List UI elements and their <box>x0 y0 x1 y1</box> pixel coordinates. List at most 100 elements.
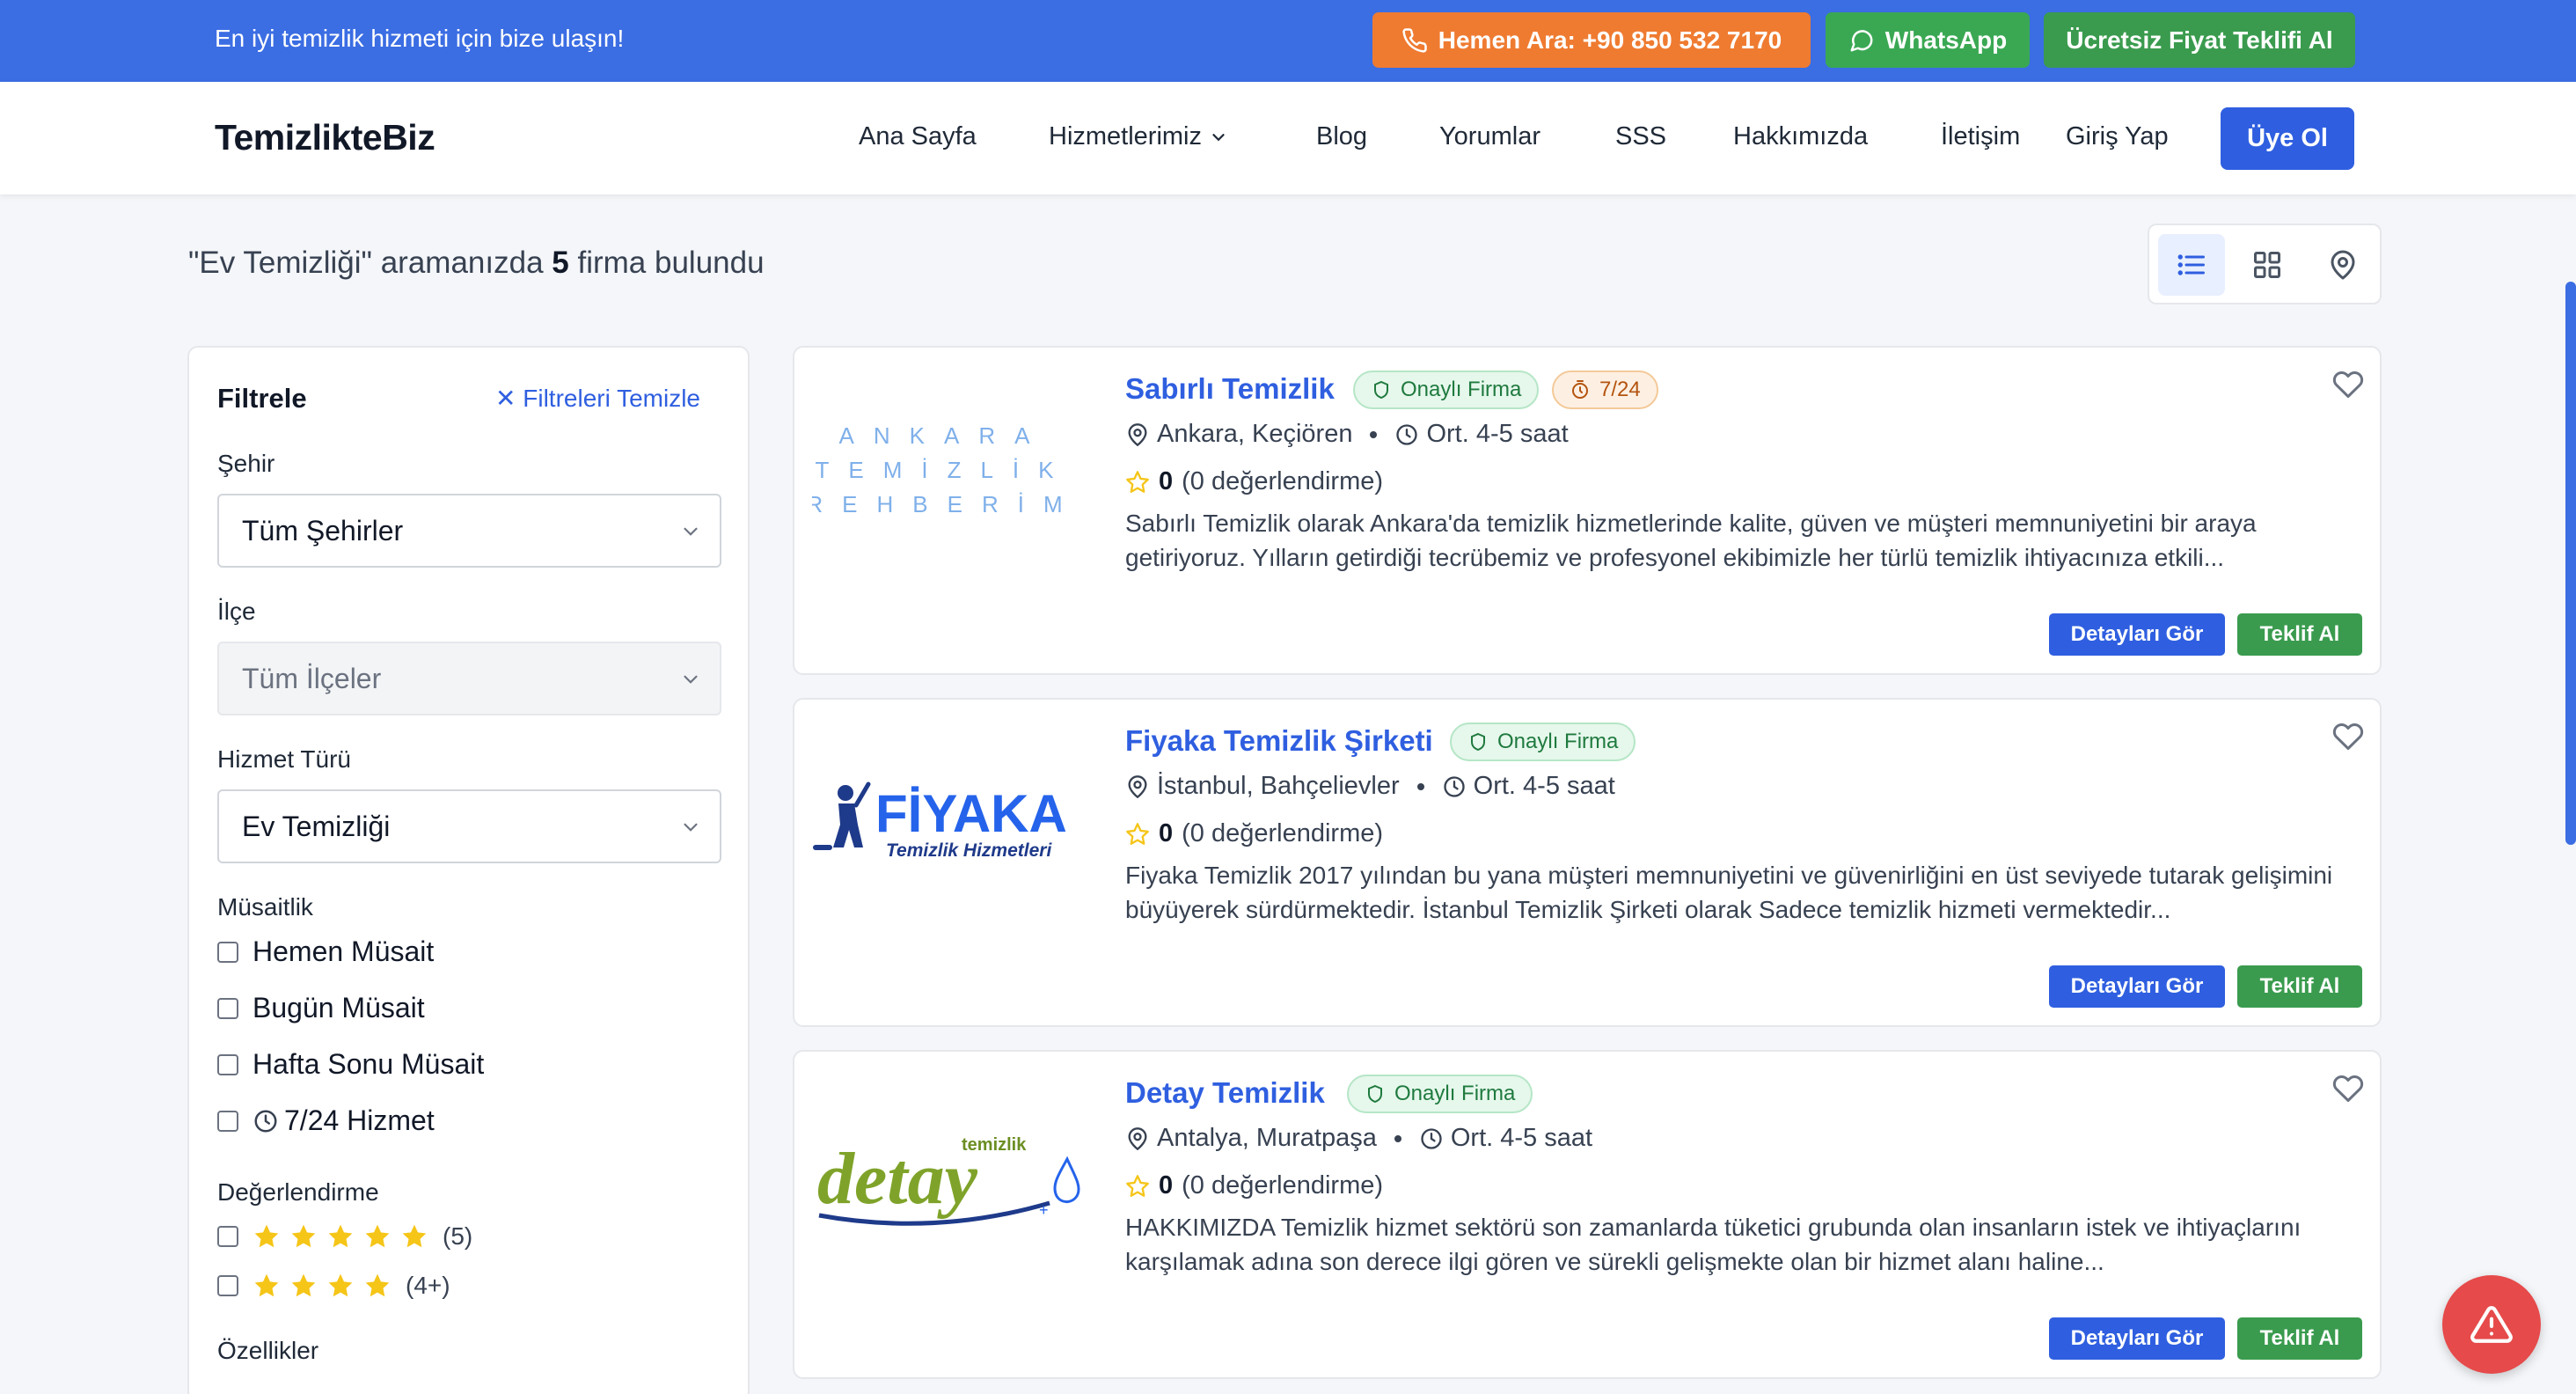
company-name[interactable]: Detay Temizlik <box>1125 1076 1325 1110</box>
nav-item-contact[interactable]: İletişim <box>1941 122 2020 151</box>
nav-item-reviews[interactable]: Yorumlar <box>1439 122 1540 151</box>
company-meta: Ankara, Keçiören Ort. 4-5 saat <box>1125 420 1569 449</box>
checkbox[interactable] <box>217 1053 238 1075</box>
verified-badge: Onaylı Firma <box>1347 1075 1533 1113</box>
chevron-down-icon <box>684 527 698 536</box>
rating-option-5[interactable]: (5) <box>217 1222 472 1251</box>
nav-item-services[interactable]: Hizmetlerimiz <box>1049 122 1228 151</box>
company-description: HAKKIMIZDA Temizlik hizmet sektörü son z… <box>1125 1214 2302 1275</box>
city-select[interactable]: Tüm Şehirler <box>217 494 721 568</box>
nav-item-blog[interactable]: Blog <box>1316 122 1367 151</box>
results-summary: "Ev Temizliği" aramanızda 5 firma bulund… <box>188 246 765 281</box>
chevron-down-icon <box>684 823 698 832</box>
nav-item-login[interactable]: Giriş Yap <box>2066 122 2169 151</box>
banner-message: En iyi temizlik hizmeti için bize ulaşın… <box>215 25 625 52</box>
free-quote-button[interactable]: Ücretsiz Fiyat Teklifi Al <box>2044 12 2355 68</box>
star-outline-icon <box>1126 822 1149 845</box>
star-icon <box>291 1224 316 1248</box>
filter-panel: Filtrele ✕ Filtreleri Temizle Şehir Tüm … <box>187 346 750 1394</box>
call-label: Hemen Ara: +90 850 532 7170 <box>1438 26 1782 54</box>
heart-icon[interactable] <box>2332 721 2364 752</box>
clear-filters-link[interactable]: ✕ Filtreleri Temizle <box>495 384 700 413</box>
details-button[interactable]: Detayları Gör <box>2049 1317 2225 1360</box>
offer-button[interactable]: Teklif Al <box>2237 965 2362 1008</box>
svg-text:REHBERİM: REHBERİM <box>812 491 1076 517</box>
report-button[interactable] <box>2442 1275 2541 1374</box>
filter-title: Filtrele <box>217 383 307 414</box>
nav-item-about[interactable]: Hakkımızda <box>1733 122 1868 151</box>
star-icon <box>291 1273 316 1297</box>
service-type-select[interactable]: Ev Temizliği <box>217 789 721 863</box>
rating-value: 0 <box>1159 819 1174 847</box>
free-quote-label: Ücretsiz Fiyat Teklifi Al <box>2066 26 2333 54</box>
verified-badge: Onaylı Firma <box>1353 371 1540 409</box>
chevron-down-icon <box>1212 134 1225 142</box>
company-rating: 0 (0 değerlendirme) <box>1125 819 1383 848</box>
whatsapp-button[interactable]: WhatsApp <box>1826 12 2030 68</box>
shield-icon <box>1471 732 1485 752</box>
register-button[interactable]: Üye Ol <box>2221 107 2354 170</box>
nav-item-faq[interactable]: SSS <box>1615 122 1666 151</box>
availability-option[interactable]: 7/24 Hizmet <box>217 1104 435 1137</box>
offer-button[interactable]: Teklif Al <box>2237 613 2362 656</box>
company-meta: Antalya, Muratpaşa Ort. 4-5 saat <box>1125 1124 1592 1153</box>
clock-icon <box>1443 775 1465 797</box>
map-pin-icon <box>1128 774 1147 798</box>
checkbox[interactable] <box>217 941 238 963</box>
shield-icon <box>1374 380 1388 400</box>
brand-logo[interactable]: TemizlikteBiz <box>215 117 435 158</box>
whatsapp-label: WhatsApp <box>1884 26 2008 54</box>
24-7-badge-label: 7/24 <box>1599 378 1641 401</box>
list-icon <box>2177 254 2205 275</box>
company-location: Antalya, Muratpaşa <box>1157 1124 1377 1152</box>
district-select[interactable]: Tüm İlçeler <box>217 642 721 715</box>
details-button[interactable]: Detayları Gör <box>2049 613 2225 656</box>
main-navigation: TemizlikteBiz Ana Sayfa Hizmetlerimiz Bl… <box>0 82 2576 194</box>
company-duration: Ort. 4-5 saat <box>1426 420 1569 448</box>
rating-option-4[interactable]: (4+) <box>217 1272 450 1300</box>
scrollbar[interactable] <box>2565 282 2576 845</box>
company-logo: temizlik detay + <box>812 1104 1080 1280</box>
availability-option[interactable]: Bugün Müsait <box>217 992 425 1024</box>
grid-view-button[interactable] <box>2234 234 2301 296</box>
nav-item-home[interactable]: Ana Sayfa <box>859 122 977 151</box>
shield-icon <box>1368 1084 1382 1104</box>
list-view-button[interactable] <box>2158 234 2225 296</box>
company-card: FİYAKA Temizlik Hizmetleri Fiyaka Temizl… <box>793 698 2382 1027</box>
phone-icon <box>1402 27 1427 53</box>
svg-text:TEMİZLİK: TEMİZLİK <box>815 457 1072 483</box>
company-name[interactable]: Fiyaka Temizlik Şirketi <box>1125 724 1433 758</box>
checkbox[interactable] <box>217 1275 238 1296</box>
checkbox[interactable] <box>217 1226 238 1247</box>
heart-icon[interactable] <box>2332 369 2364 400</box>
checkbox[interactable] <box>217 1110 238 1132</box>
company-logo: ANKARA TEMİZLİK REHBERİM <box>806 400 1076 576</box>
service-type-label: Hizmet Türü <box>217 745 351 773</box>
availability-option-label: Bugün Müsait <box>252 992 425 1023</box>
star-rating <box>252 1222 428 1251</box>
chat-bubble-icon <box>1850 29 1873 51</box>
district-label: İlçe <box>217 598 256 625</box>
availability-option[interactable]: Hafta Sonu Müsait <box>217 1048 484 1081</box>
company-location: Ankara, Keçiören <box>1157 420 1353 448</box>
separator-dot <box>1370 430 1378 438</box>
clock-icon <box>1396 423 1418 445</box>
company-duration: Ort. 4-5 saat <box>1473 772 1615 800</box>
star-rating <box>252 1272 392 1300</box>
heart-icon[interactable] <box>2332 1073 2364 1104</box>
verified-badge-label: Onaylı Firma <box>1401 378 1522 401</box>
results-count: 5 <box>552 246 569 280</box>
checkbox[interactable] <box>217 997 238 1019</box>
availability-option-label: 7/24 Hizmet <box>284 1104 435 1136</box>
24-7-badge: 7/24 <box>1552 371 1658 409</box>
offer-button[interactable]: Teklif Al <box>2237 1317 2362 1360</box>
details-button[interactable]: Detayları Gör <box>2049 965 2225 1008</box>
company-name[interactable]: Sabırlı Temizlik <box>1125 372 1335 406</box>
availability-option[interactable]: Hemen Müsait <box>217 935 434 968</box>
star-icon <box>328 1224 353 1248</box>
call-button[interactable]: Hemen Ara: +90 850 532 7170 <box>1372 12 1811 68</box>
city-label: Şehir <box>217 450 275 477</box>
rating-option-text: (4+) <box>406 1272 450 1299</box>
features-label: Özellikler <box>217 1337 319 1364</box>
map-view-button[interactable] <box>2309 234 2376 296</box>
